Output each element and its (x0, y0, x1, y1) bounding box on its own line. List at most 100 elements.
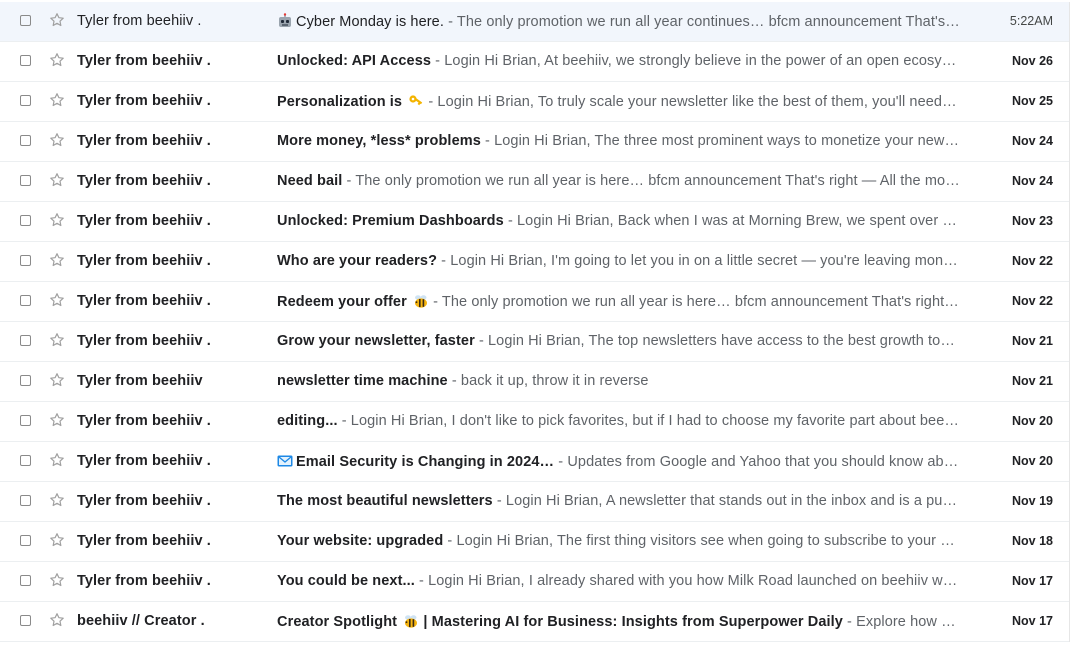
select-checkbox[interactable] (20, 415, 31, 426)
select-checkbox[interactable] (20, 215, 31, 226)
snippet-separator: - (431, 53, 445, 69)
email-row[interactable]: beehiiv // Creator . Creator Spotlight | … (0, 602, 1069, 642)
email-subject: Redeem your offer (277, 294, 407, 310)
snippet-separator: - (474, 333, 488, 349)
select-checkbox[interactable] (20, 375, 31, 386)
email-row[interactable]: Tyler from beehiiv . Need bail - The only… (0, 162, 1069, 202)
star-icon[interactable] (48, 611, 66, 629)
email-row[interactable]: Tyler from beehiiv . Email Security is Ch… (0, 442, 1069, 482)
star-icon[interactable] (48, 91, 66, 109)
snippet-separator: - (443, 533, 457, 549)
email-content: The most beautiful newsletters - Login H… (277, 493, 960, 509)
email-snippet: The only promotion we run all year is he… (441, 294, 960, 310)
email-subject: editing... (277, 413, 338, 429)
select-checkbox[interactable] (20, 495, 31, 506)
email-content: Unlocked: Premium Dashboards - Login Hi … (277, 213, 960, 229)
email-row[interactable]: Tyler from beehiiv . Redeem your offer - … (0, 282, 1069, 322)
email-row[interactable]: Tyler from beehiiv . Unlocked: API Access… (0, 42, 1069, 82)
select-checkbox[interactable] (20, 95, 31, 106)
star-icon[interactable] (48, 371, 66, 389)
email-date: Nov 19 (1012, 494, 1053, 508)
email-snippet: Updates from Google and Yahoo that you s… (567, 454, 960, 470)
select-checkbox[interactable] (20, 615, 31, 626)
sender-name: Tyler from beehiiv . (77, 493, 211, 509)
sender-name: Tyler from beehiiv . (77, 133, 211, 149)
email-snippet: Login Hi Brian, The top newsletters have… (488, 333, 960, 349)
email-content: Personalization is - Login Hi Brian, To … (277, 93, 960, 110)
star-icon[interactable] (48, 291, 66, 309)
star-icon[interactable] (48, 491, 66, 509)
snippet-separator: - (480, 133, 495, 149)
email-date: 5:22AM (1009, 14, 1053, 28)
email-snippet: Login Hi Brian, I don't like to pick fav… (350, 413, 960, 429)
sender-name: Tyler from beehiiv . (77, 13, 202, 29)
sender-name: Tyler from beehiiv . (77, 533, 211, 549)
star-icon[interactable] (48, 331, 66, 349)
star-icon[interactable] (48, 531, 66, 549)
star-icon[interactable] (48, 571, 66, 589)
email-row[interactable]: Tyler from beehiiv . Cyber Monday is here… (0, 2, 1069, 42)
email-row[interactable]: Tyler from beehiiv . Your website: upgrad… (0, 522, 1069, 562)
bee-icon (403, 613, 419, 629)
email-date: Nov 17 (1012, 574, 1053, 588)
email-snippet: Login Hi Brian, The three most prominent… (494, 133, 960, 149)
email-date: Nov 18 (1012, 534, 1053, 548)
star-icon[interactable] (48, 211, 66, 229)
email-content: Your website: upgraded - Login Hi Brian,… (277, 533, 960, 549)
snippet-separator: - (337, 413, 351, 429)
email-date: Nov 24 (1012, 134, 1053, 148)
sender-name: Tyler from beehiiv . (77, 253, 211, 269)
sender-name: Tyler from beehiiv . (77, 213, 211, 229)
star-icon[interactable] (48, 451, 66, 469)
email-subject: Your website: upgraded (277, 533, 444, 549)
email-date: Nov 21 (1012, 334, 1053, 348)
email-subject: Need bail (277, 173, 343, 189)
email-content: Who are your readers? - Login Hi Brian, … (277, 253, 960, 269)
select-checkbox[interactable] (20, 535, 31, 546)
star-icon[interactable] (48, 51, 66, 69)
email-row[interactable]: Tyler from beehiiv . You could be next...… (0, 562, 1069, 602)
select-checkbox[interactable] (20, 15, 31, 26)
email-row[interactable]: Tyler from beehiiv . editing... - Login H… (0, 402, 1069, 442)
snippet-separator: - (443, 14, 457, 30)
select-checkbox[interactable] (20, 295, 31, 306)
email-row[interactable]: Tyler from beehiiv . The most beautiful n… (0, 482, 1069, 522)
sender-name: Tyler from beehiiv . (77, 53, 211, 69)
star-icon[interactable] (48, 251, 66, 269)
select-checkbox[interactable] (20, 575, 31, 586)
email-row[interactable]: Tyler from beehiiv newsletter time machin… (0, 362, 1069, 402)
email-date: Nov 20 (1012, 454, 1053, 468)
select-checkbox[interactable] (20, 255, 31, 266)
email-subject: Unlocked: API Access (277, 53, 432, 69)
email-date: Nov 25 (1012, 94, 1053, 108)
select-checkbox[interactable] (20, 175, 31, 186)
email-date: Nov 22 (1012, 294, 1053, 308)
star-icon[interactable] (48, 131, 66, 149)
email-date: Nov 23 (1012, 214, 1053, 228)
email-row[interactable]: Tyler from beehiiv . More money, *less* p… (0, 122, 1069, 162)
sender-name: Tyler from beehiiv . (77, 333, 211, 349)
select-checkbox[interactable] (20, 455, 31, 466)
email-row[interactable]: Tyler from beehiiv . Personalization is -… (0, 82, 1069, 122)
email-row[interactable]: Tyler from beehiiv . Who are your readers… (0, 242, 1069, 282)
sender-name: Tyler from beehiiv . (77, 413, 211, 429)
email-date: Nov 24 (1012, 174, 1053, 188)
email-subject-suffix: | Mastering AI for Business: Insights fr… (419, 614, 843, 630)
star-icon[interactable] (48, 171, 66, 189)
snippet-separator: - (414, 573, 429, 589)
key-icon (408, 93, 424, 109)
select-checkbox[interactable] (20, 335, 31, 346)
snippet-separator: - (424, 94, 438, 110)
email-row[interactable]: Tyler from beehiiv . Grow your newsletter… (0, 322, 1069, 362)
select-checkbox[interactable] (20, 135, 31, 146)
sender-name: Tyler from beehiiv (77, 373, 203, 389)
snippet-separator: - (503, 213, 517, 229)
email-content: You could be next... - Login Hi Brian, I… (277, 573, 960, 589)
star-icon[interactable] (48, 411, 66, 429)
email-subject: Unlocked: Premium Dashboards (277, 213, 504, 229)
select-checkbox[interactable] (20, 55, 31, 66)
email-snippet: The only promotion we run all year is he… (355, 173, 960, 189)
email-content: Grow your newsletter, faster - Login Hi … (277, 333, 960, 349)
email-row[interactable]: Tyler from beehiiv . Unlocked: Premium Da… (0, 202, 1069, 242)
star-icon[interactable] (48, 11, 66, 29)
